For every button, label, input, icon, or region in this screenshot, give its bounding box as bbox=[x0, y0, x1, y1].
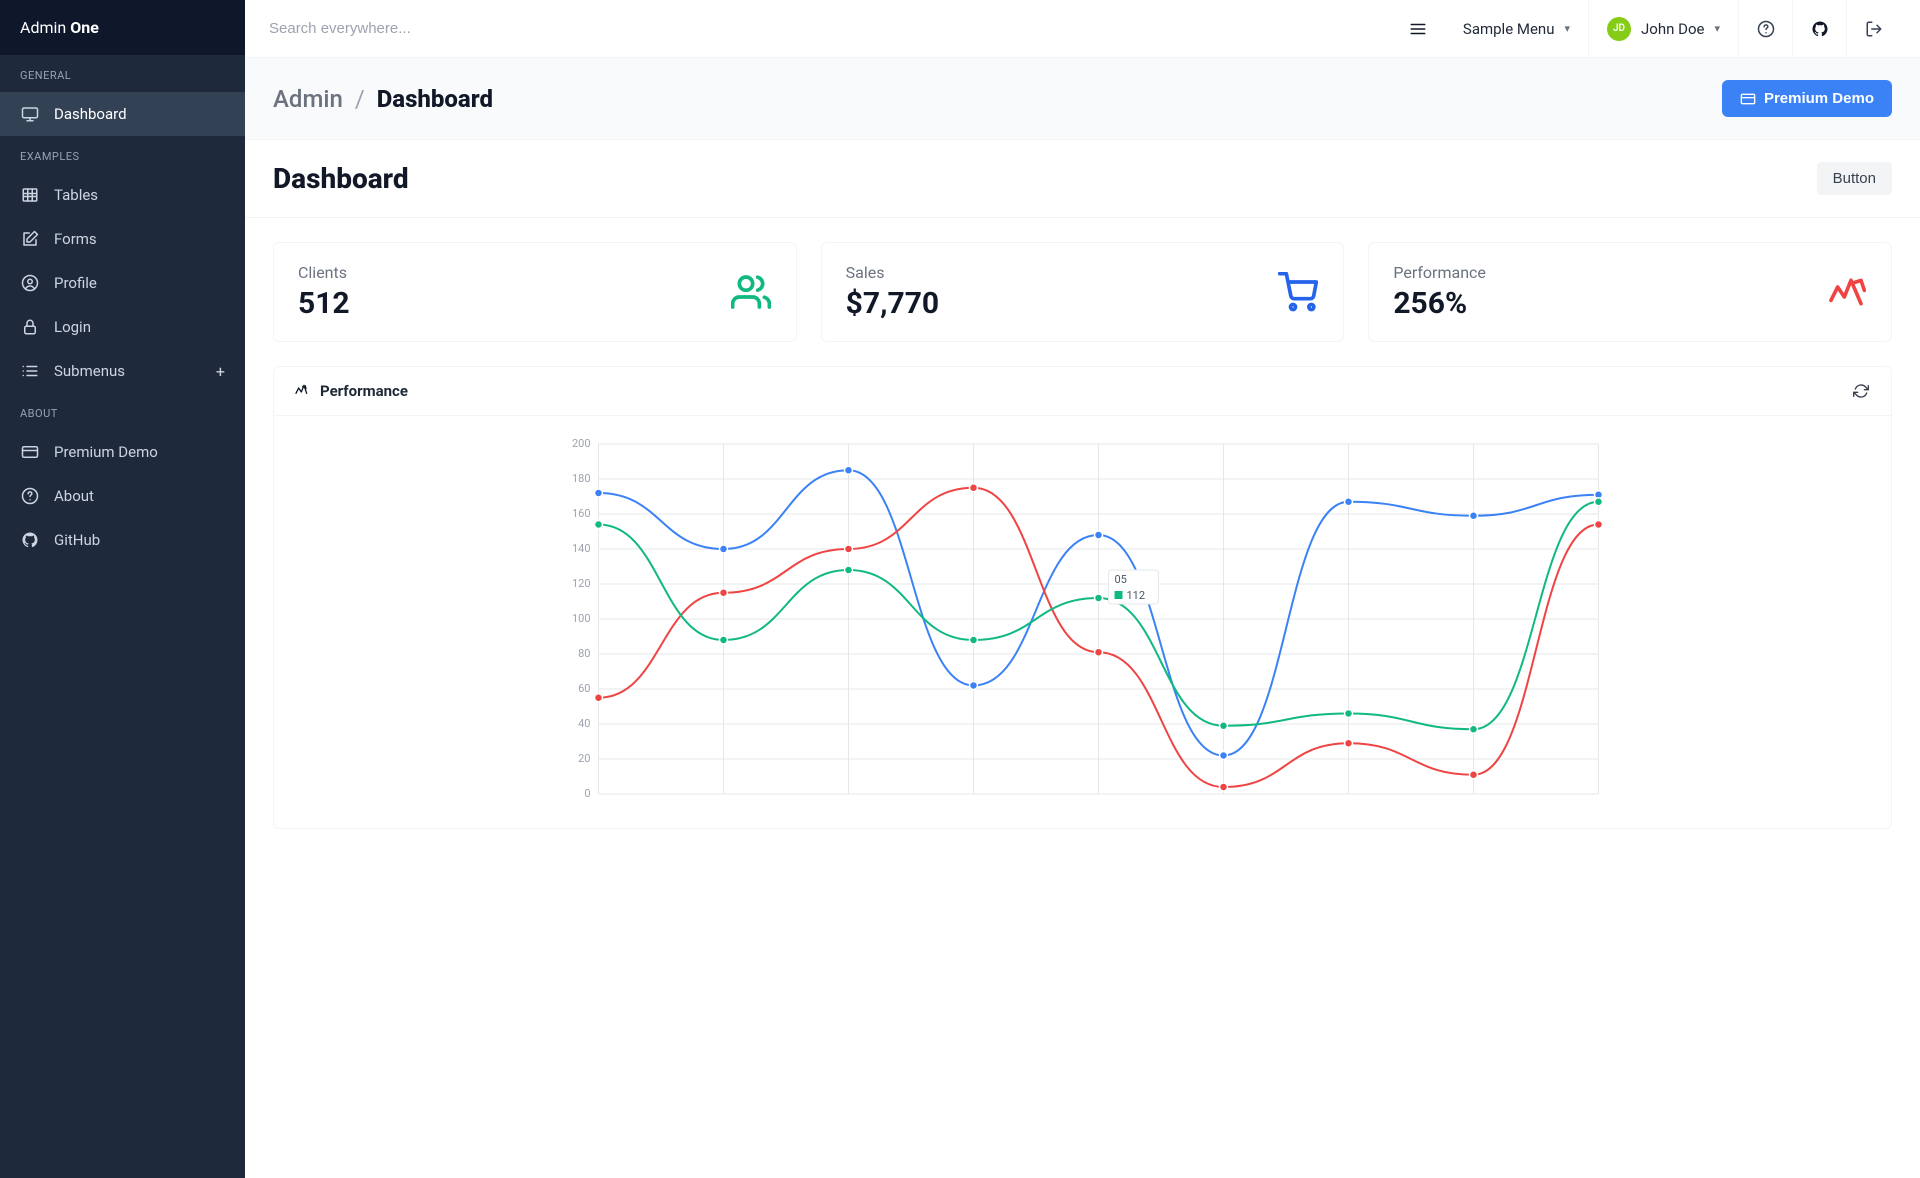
sidebar-item-forms[interactable]: Forms bbox=[0, 217, 245, 261]
svg-text:80: 80 bbox=[578, 647, 590, 660]
sidebar-section-label: ABOUT bbox=[0, 393, 245, 430]
table-icon bbox=[20, 185, 40, 205]
svg-text:112: 112 bbox=[1127, 589, 1146, 602]
card-value: 256% bbox=[1393, 286, 1486, 321]
chart-card: Performance 0204060801001201401601802000… bbox=[273, 366, 1892, 829]
brand-bold: One bbox=[70, 18, 99, 37]
sidebar-item-github[interactable]: GitHub bbox=[0, 518, 245, 562]
svg-text:120: 120 bbox=[572, 577, 591, 590]
breadcrumb: Admin / Dashboard bbox=[273, 85, 493, 113]
sidebar: Admin One GENERAL Dashboard EXAMPLES Tables… bbox=[0, 0, 245, 1178]
sidebar-item-label: Submenus bbox=[54, 362, 125, 380]
avatar: JD bbox=[1607, 17, 1631, 41]
chart-header: Performance bbox=[274, 367, 1891, 416]
sidebar-item-login[interactable]: Login bbox=[0, 305, 245, 349]
chevron-down-icon: ▾ bbox=[1564, 22, 1570, 35]
content: Clients 512 Sales $7,770 Performance 256% Per… bbox=[245, 218, 1920, 853]
performance-chart[interactable]: 0 20 40 60 80 100 120 140 160 180 200 05112 bbox=[294, 434, 1871, 814]
sidebar-item-premium-demo[interactable]: Premium Demo bbox=[0, 430, 245, 474]
sidebar-item-submenus[interactable]: Submenus + bbox=[0, 349, 245, 393]
stat-card-clients: Clients 512 bbox=[273, 242, 797, 342]
brand: Admin One bbox=[0, 0, 245, 55]
chart-icon bbox=[294, 382, 312, 400]
reload-button[interactable] bbox=[1851, 381, 1871, 401]
svg-text:60: 60 bbox=[578, 682, 590, 695]
premium-demo-button[interactable]: Premium Demo bbox=[1722, 80, 1892, 117]
svg-text:40: 40 bbox=[578, 717, 590, 730]
card-label: Performance bbox=[1393, 263, 1486, 282]
help-circle-icon bbox=[1757, 20, 1775, 38]
chart-up-icon bbox=[1825, 271, 1867, 313]
edit-icon bbox=[20, 229, 40, 249]
users-icon bbox=[730, 271, 772, 313]
user-menu-button[interactable]: JD John Doe ▾ bbox=[1588, 0, 1738, 58]
main: Sample Menu ▾ JD John Doe ▾ bbox=[245, 0, 1920, 1178]
sample-menu-button[interactable]: Sample Menu ▾ bbox=[1445, 0, 1588, 58]
svg-text:200: 200 bbox=[572, 437, 591, 450]
stat-card-sales: Sales $7,770 bbox=[821, 242, 1345, 342]
card-label: Sales bbox=[846, 263, 939, 282]
svg-text:100: 100 bbox=[572, 612, 591, 625]
logout-icon bbox=[1865, 20, 1883, 38]
chevron-down-icon: ▾ bbox=[1714, 22, 1720, 35]
svg-text:140: 140 bbox=[572, 542, 591, 555]
menu-toggle-button[interactable] bbox=[1391, 0, 1445, 58]
sidebar-item-dashboard[interactable]: Dashboard bbox=[0, 92, 245, 136]
logout-button[interactable] bbox=[1846, 0, 1900, 58]
user-circle-icon bbox=[20, 273, 40, 293]
header-action-button[interactable]: Button bbox=[1817, 162, 1892, 195]
reload-icon bbox=[1853, 383, 1869, 399]
chart-body: 0 20 40 60 80 100 120 140 160 180 200 05112 bbox=[274, 416, 1891, 828]
help-circle-icon bbox=[20, 486, 40, 506]
sidebar-item-label: Dashboard bbox=[54, 105, 127, 123]
sidebar-item-label: About bbox=[54, 487, 94, 505]
lock-icon bbox=[20, 317, 40, 337]
breadcrumb-separator: / bbox=[355, 85, 365, 113]
chart-title: Performance bbox=[320, 382, 408, 400]
user-name: John Doe bbox=[1641, 20, 1704, 38]
svg-text:160: 160 bbox=[572, 507, 591, 520]
stat-card-performance: Performance 256% bbox=[1368, 242, 1892, 342]
github-button[interactable] bbox=[1792, 0, 1846, 58]
sidebar-item-label: GitHub bbox=[54, 531, 100, 549]
search-input[interactable] bbox=[265, 14, 1391, 43]
cart-icon bbox=[1277, 271, 1319, 313]
sidebar-section-label: GENERAL bbox=[0, 55, 245, 92]
sidebar-item-label: Forms bbox=[54, 230, 97, 248]
sidebar-item-about[interactable]: About bbox=[0, 474, 245, 518]
plus-icon: + bbox=[216, 362, 225, 381]
svg-text:20: 20 bbox=[578, 752, 590, 765]
github-icon bbox=[1811, 20, 1829, 38]
breadcrumb-root[interactable]: Admin bbox=[273, 85, 343, 113]
sidebar-item-profile[interactable]: Profile bbox=[0, 261, 245, 305]
topbar: Sample Menu ▾ JD John Doe ▾ bbox=[245, 0, 1920, 58]
card-value: 512 bbox=[298, 286, 350, 321]
page-title: Dashboard bbox=[273, 162, 409, 195]
sidebar-item-label: Premium Demo bbox=[54, 443, 158, 461]
help-button[interactable] bbox=[1738, 0, 1792, 58]
breadcrumb-current: Dashboard bbox=[377, 85, 493, 113]
monitor-icon bbox=[20, 104, 40, 124]
titlebar: Admin / Dashboard Premium Demo bbox=[245, 58, 1920, 140]
sidebar-item-label: Profile bbox=[54, 274, 97, 292]
section-header: Dashboard Button bbox=[245, 140, 1920, 218]
menu-icon bbox=[1409, 20, 1427, 38]
stat-cards: Clients 512 Sales $7,770 Performance 256% bbox=[273, 242, 1892, 342]
list-icon bbox=[20, 361, 40, 381]
credit-card-icon bbox=[1740, 91, 1756, 107]
sidebar-item-tables[interactable]: Tables bbox=[0, 173, 245, 217]
sample-menu-label: Sample Menu bbox=[1463, 20, 1555, 38]
sidebar-item-label: Tables bbox=[54, 186, 98, 204]
svg-text:0: 0 bbox=[584, 787, 590, 800]
premium-button-label: Premium Demo bbox=[1764, 90, 1874, 107]
sidebar-section-label: EXAMPLES bbox=[0, 136, 245, 173]
brand-prefix: Admin bbox=[20, 18, 70, 37]
credit-card-icon bbox=[20, 442, 40, 462]
svg-text:05: 05 bbox=[1115, 573, 1127, 586]
github-icon bbox=[20, 530, 40, 550]
card-label: Clients bbox=[298, 263, 350, 282]
svg-text:180: 180 bbox=[572, 472, 591, 485]
sidebar-item-label: Login bbox=[54, 318, 91, 336]
card-value: $7,770 bbox=[846, 286, 939, 321]
